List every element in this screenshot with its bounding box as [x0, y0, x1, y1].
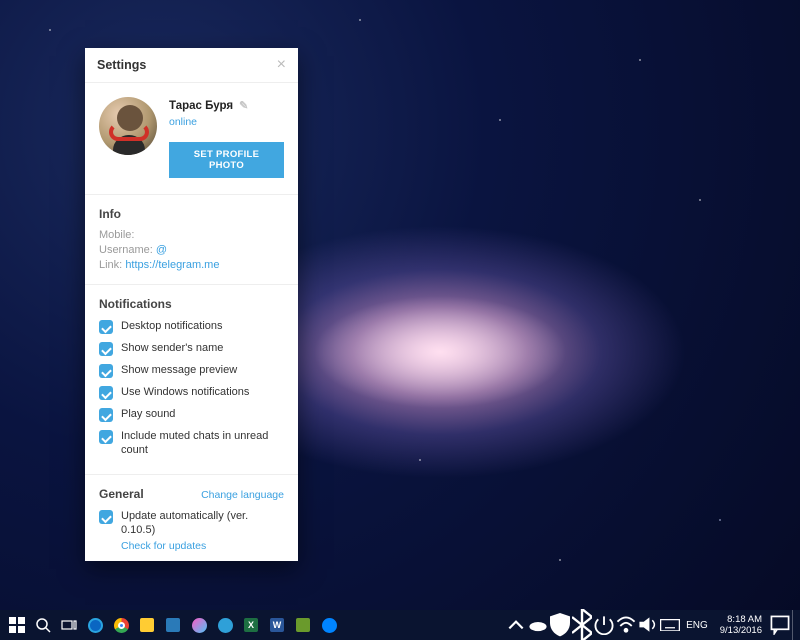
profile-meta: Тарас Буря ✎ online SET PROFILE PHOTO: [169, 97, 284, 178]
tray-wifi-icon[interactable]: [616, 610, 636, 640]
tray-clock[interactable]: 8:18 AM 9/13/2016: [714, 614, 768, 636]
settings-scroll[interactable]: Info Mobile: Username: @ Link: https://t…: [85, 195, 298, 561]
opt-show-sender[interactable]: Show sender's name: [99, 341, 284, 356]
search-icon[interactable]: [30, 610, 56, 640]
info-title: Info: [99, 207, 121, 221]
info-section: Info Mobile: Username: @ Link: https://t…: [85, 195, 298, 280]
general-title: General: [99, 487, 144, 501]
general-section: General Change language Update automatic…: [85, 474, 298, 561]
tray-language[interactable]: ENG: [682, 620, 712, 631]
check-updates-link[interactable]: Check for updates: [121, 539, 284, 553]
notifications-section: Notifications Desktop notifications Show…: [85, 284, 298, 470]
checkbox-icon[interactable]: [99, 430, 113, 444]
notifications-title: Notifications: [99, 297, 172, 311]
profile-name: Тарас Буря: [169, 100, 233, 112]
taskbar-app-word[interactable]: W: [264, 610, 290, 640]
username-link[interactable]: @: [156, 244, 167, 256]
tray-bluetooth-icon[interactable]: [572, 610, 592, 640]
info-mobile: Mobile:: [99, 229, 284, 241]
tray-date: 9/13/2016: [720, 625, 762, 636]
tray-chevron-up-icon[interactable]: [506, 610, 526, 640]
avatar[interactable]: [99, 97, 157, 155]
profile-section: Тарас Буря ✎ online SET PROFILE PHOTO: [85, 83, 298, 195]
info-link: Link: https://telegram.me: [99, 259, 284, 271]
checkbox-icon[interactable]: [99, 320, 113, 334]
start-button[interactable]: [4, 610, 30, 640]
show-desktop-button[interactable]: [792, 610, 796, 640]
action-center-icon[interactable]: [770, 610, 790, 640]
checkbox-icon[interactable]: [99, 342, 113, 356]
info-username: Username: @: [99, 244, 284, 256]
set-profile-photo-button[interactable]: SET PROFILE PHOTO: [169, 142, 284, 178]
settings-window: Settings × Тарас Буря ✎ online SET PROFI…: [85, 48, 298, 561]
system-tray: ENG 8:18 AM 9/13/2016: [506, 610, 796, 640]
taskbar-app-messenger[interactable]: [316, 610, 342, 640]
titlebar: Settings ×: [85, 48, 298, 83]
telegram-link[interactable]: https://telegram.me: [125, 259, 219, 271]
tray-power-icon[interactable]: [594, 610, 614, 640]
opt-auto-update[interactable]: Update automatically (ver. 0.10.5) Check…: [99, 509, 284, 553]
taskbar-app-itunes[interactable]: [186, 610, 212, 640]
opt-play-sound[interactable]: Play sound: [99, 407, 284, 422]
tray-keyboard-icon[interactable]: [660, 610, 680, 640]
taskview-icon[interactable]: [56, 610, 82, 640]
status-online: online: [169, 116, 284, 128]
tray-volume-icon[interactable]: [638, 610, 658, 640]
taskbar-app-minecraft[interactable]: [290, 610, 316, 640]
desktop-wallpaper: Settings × Тарас Буря ✎ online SET PROFI…: [0, 0, 800, 640]
opt-windows-notifications[interactable]: Use Windows notifications: [99, 385, 284, 400]
tray-defender-icon[interactable]: [550, 610, 570, 640]
opt-tray-icon[interactable]: Show tray icon: [99, 560, 284, 561]
tray-onedrive-icon[interactable]: [528, 610, 548, 640]
taskbar-app-edge[interactable]: [82, 610, 108, 640]
taskbar-app-chrome[interactable]: [108, 610, 134, 640]
taskbar-app-explorer[interactable]: [134, 610, 160, 640]
tray-time: 8:18 AM: [727, 614, 762, 625]
taskbar: X W ENG 8:18 AM 9/13/2016: [0, 610, 800, 640]
change-language-link[interactable]: Change language: [201, 489, 284, 501]
checkbox-icon[interactable]: [99, 408, 113, 422]
taskbar-app-excel[interactable]: X: [238, 610, 264, 640]
checkbox-icon[interactable]: [99, 510, 113, 524]
taskbar-app-telegram[interactable]: [212, 610, 238, 640]
checkbox-icon[interactable]: [99, 364, 113, 378]
opt-desktop-notifications[interactable]: Desktop notifications: [99, 319, 284, 334]
checkbox-icon[interactable]: [99, 386, 113, 400]
taskbar-app-store[interactable]: [160, 610, 186, 640]
opt-message-preview[interactable]: Show message preview: [99, 363, 284, 378]
profile-name-row: Тарас Буря ✎: [169, 99, 284, 112]
opt-muted-unread[interactable]: Include muted chats in unread count: [99, 429, 284, 457]
close-icon[interactable]: ×: [277, 59, 286, 71]
window-title: Settings: [97, 58, 277, 72]
edit-name-icon[interactable]: ✎: [239, 99, 248, 112]
